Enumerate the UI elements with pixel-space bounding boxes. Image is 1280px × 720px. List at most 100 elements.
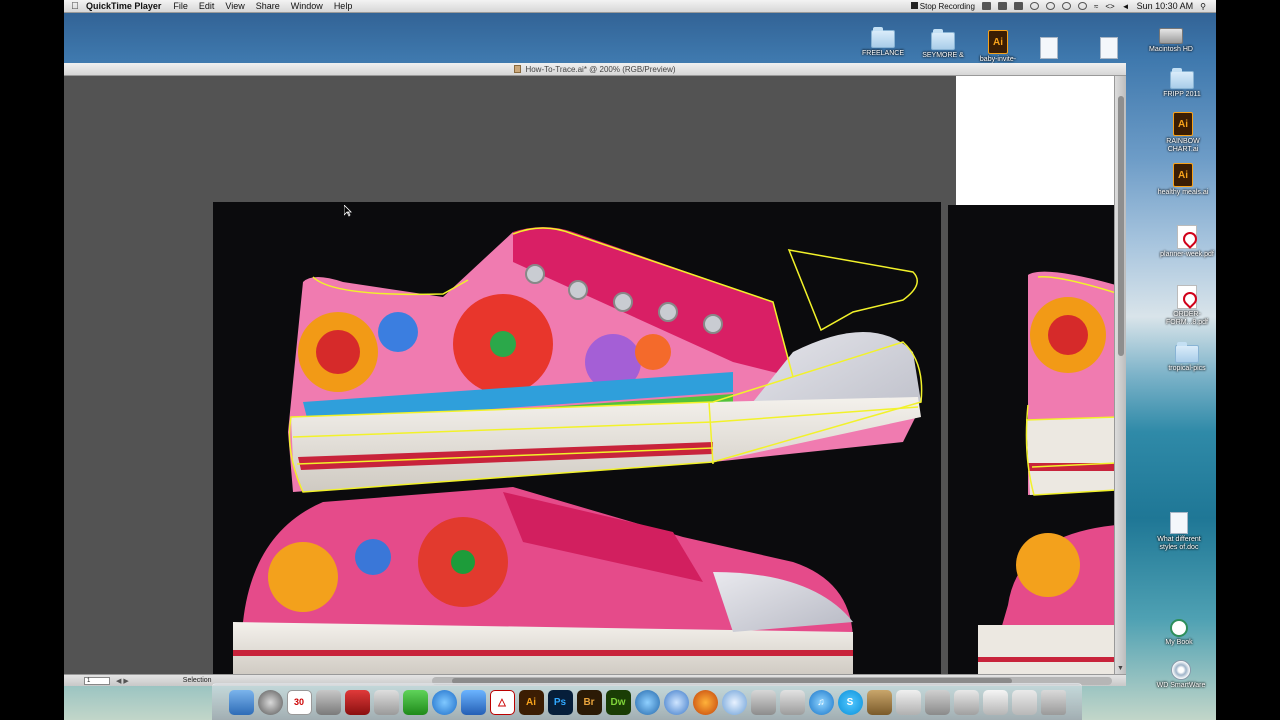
folder-icon [931,29,955,50]
desktop-icon-label: planner-week.pdf [1160,251,1214,258]
desktop-icon-label: My Book [1165,639,1193,646]
mouse-cursor-icon [344,205,352,217]
dock-facetime-icon[interactable] [634,689,660,715]
dock-documents-stack-icon[interactable] [1011,689,1037,715]
menu-view[interactable]: View [225,1,244,11]
shoe-photo-copy[interactable] [948,205,1114,674]
clock-icon[interactable] [1061,2,1071,10]
dock-screenshot-icon[interactable] [953,689,979,715]
dock-dashboard-icon[interactable] [257,689,283,715]
pdf-file-icon [1177,285,1197,309]
menu-help[interactable]: Help [334,1,353,11]
document-icon [1100,37,1118,59]
menubar-clock[interactable]: Sun 10:30 AM [1137,1,1194,11]
dock-utility-icon[interactable] [924,689,950,715]
artboard-canvas[interactable] [64,76,1114,674]
desktop-icon-label: FREELANCE [861,50,904,57]
desktop-folder-fripp[interactable]: FRIPP 2011 [1154,68,1210,99]
menu-share[interactable]: Share [256,1,280,11]
dock-textedit-icon[interactable] [895,689,921,715]
stop-recording-button[interactable]: Stop Recording [910,1,975,11]
video-letterbox-right [1216,0,1280,720]
desktop-drive-macintosh-hd[interactable]: Macintosh HD [1143,28,1199,54]
sync-icon[interactable]: <> [1105,2,1114,11]
screen-icon[interactable] [1029,2,1039,10]
adobe-icon[interactable] [997,2,1007,10]
time-machine-drive-icon [1170,619,1188,637]
scroll-down-arrow-icon[interactable]: ▼ [1117,665,1124,672]
dock-trash-icon[interactable] [1040,689,1066,715]
illustrator-file-icon: Ai [988,30,1008,54]
vertical-scroll-thumb[interactable] [1118,96,1124,356]
menu-file[interactable]: File [173,1,188,11]
app-menu-quicktime[interactable]: QuickTime Player [86,1,161,11]
accessibility-icon[interactable] [981,2,991,10]
desktop-file-doc-2[interactable] [1081,37,1137,59]
volume-icon[interactable]: ◄ [1122,2,1130,11]
desktop-file-what-different[interactable]: What different styles of.doc [1151,512,1207,552]
dock-preview-icon[interactable] [779,689,805,715]
desktop-icon-label: Macintosh HD [1149,46,1193,53]
desktop-file-rainbow-chart[interactable]: Ai RAINBOW CHART.ai [1155,112,1211,154]
illustrator-document-window: How-To-Trace.ai* @ 200% (RGB/Preview) ▼ … [64,63,1126,686]
dock-quicktime-icon[interactable] [663,689,689,715]
shoe-artwork [233,227,923,674]
dock-safari-icon[interactable] [721,689,747,715]
dock-system-preferences-icon[interactable] [315,689,341,715]
document-title-bar[interactable]: How-To-Trace.ai* @ 200% (RGB/Preview) [64,63,1126,76]
stop-recording-label: Stop Recording [919,1,975,11]
current-tool-label: Selection [182,677,212,684]
dock-firefox-icon[interactable] [692,689,718,715]
dock-photoshop-icon[interactable]: Ps [547,689,573,715]
dropbox-icon[interactable] [1013,2,1023,10]
desktop-icon-label: ORDER-FORM...8.pdf [1165,311,1208,326]
menu-window[interactable]: Window [291,1,323,11]
desktop-folder-seymore[interactable]: SEYMORE & [915,29,971,60]
dock-downloads-stack-icon[interactable] [982,689,1008,715]
dock-calculator-icon[interactable] [373,689,399,715]
shoe-artwork-copy [978,271,1114,674]
video-letterbox-left [0,0,64,720]
dock-writer-icon[interactable] [460,689,486,715]
wifi-icon[interactable]: ≈ [1094,2,1098,11]
dock-bridge-icon[interactable]: Br [576,689,602,715]
bluetooth-icon[interactable] [1077,2,1087,10]
desktop-icon-label: FRIPP 2011 [1163,91,1201,98]
dock-itunes-icon[interactable]: ♫ [808,689,834,715]
desktop-file-baby-invite[interactable]: Ai baby-invite- [970,30,1026,64]
dock-app-store-icon[interactable] [750,689,776,715]
dock-mail-icon[interactable] [431,689,457,715]
shoe-photo-traced[interactable] [213,202,941,674]
dock-illustrator-icon[interactable]: Ai [518,689,544,715]
dock-dreamweaver-icon[interactable]: Dw [605,689,631,715]
folder-icon [1175,342,1199,363]
apple-menu-icon[interactable]:  [64,1,86,12]
folder-icon [1170,68,1194,89]
artboard-nav-arrows-icon[interactable]: ◀▶ [116,677,131,685]
desktop-file-planner-week[interactable]: planner-week.pdf [1159,225,1215,259]
artboard-navigation-field[interactable]: 1 [84,676,110,685]
desktop-drive-wd-smartware[interactable]: WD SmartWare [1153,660,1209,690]
desktop-icon-label: healthy meals.ai [1157,189,1209,196]
desktop-folder-tropical-pics[interactable]: tropical-pics [1159,342,1215,373]
illustrator-file-icon: Ai [1173,112,1193,136]
desktop-file-doc-1[interactable] [1021,37,1077,59]
spotlight-search-icon[interactable]: ⚲ [1200,2,1206,11]
menu-edit[interactable]: Edit [199,1,215,11]
desktop-file-order-form[interactable]: ORDER-FORM...8.pdf [1159,285,1215,327]
document-icon [1170,512,1188,534]
folder-icon [871,27,895,48]
dock-activity-icon[interactable] [402,689,428,715]
document-icon [1040,37,1058,59]
dock-automator-icon[interactable] [866,689,892,715]
dock-acrobat-icon[interactable]: △ [489,689,515,715]
dock-ical-icon[interactable]: 30 [286,689,312,715]
desktop-folder-freelance[interactable]: FREELANCE [855,27,911,58]
dock-finder-icon[interactable] [228,689,254,715]
dock-skype-icon[interactable]: S [837,689,863,715]
dock-photo-booth-icon[interactable] [344,689,370,715]
desktop-file-healthy-meals[interactable]: Ai healthy meals.ai [1155,163,1211,197]
vertical-scrollbar[interactable]: ▼ [1114,76,1126,674]
time-machine-icon[interactable] [1045,2,1055,10]
desktop-drive-my-book[interactable]: My Book [1151,619,1207,647]
